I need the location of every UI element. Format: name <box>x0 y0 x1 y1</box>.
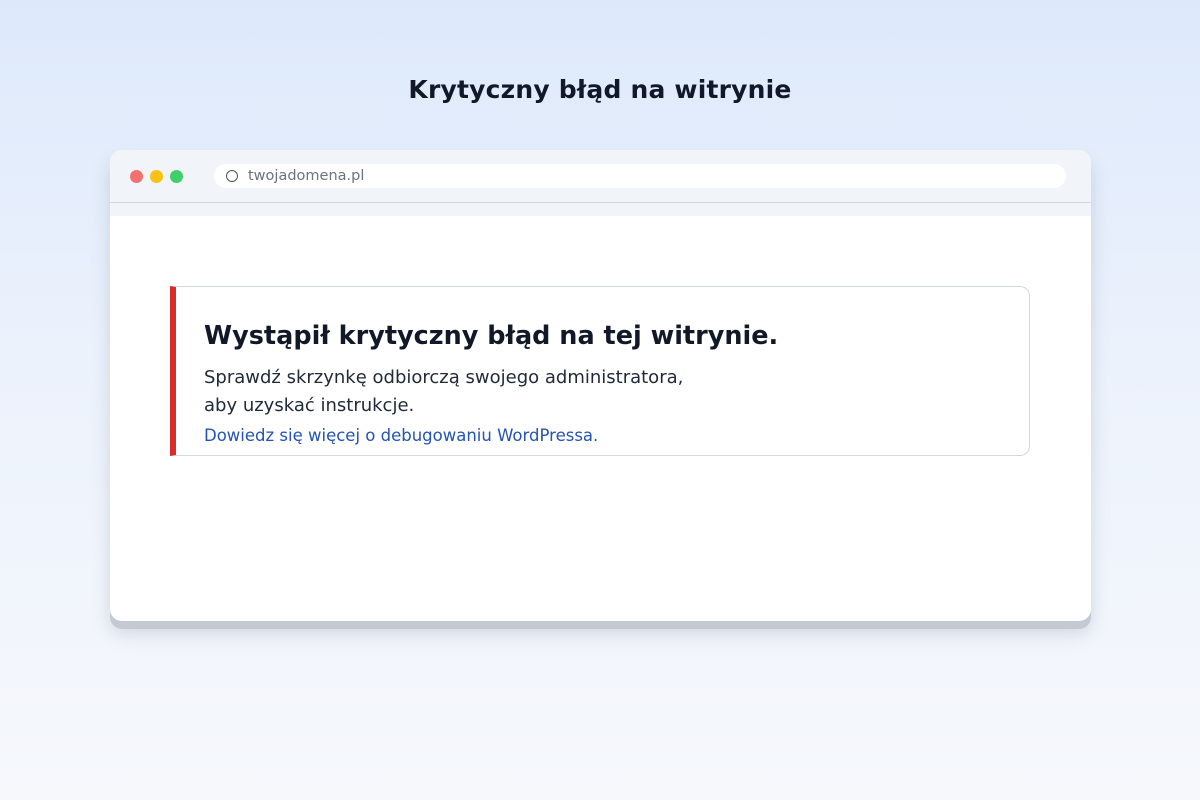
window-minimize-button[interactable] <box>150 170 163 183</box>
browser-toolbar: twojadomena.pl <box>110 150 1091 216</box>
address-bar-url: twojadomena.pl <box>248 168 365 184</box>
error-message-line-1: Sprawdź skrzynkę odbiorczą swojego admin… <box>204 367 684 388</box>
toolbar-divider <box>110 202 1091 203</box>
error-message-line-2: aby uzyskać instrukcje. <box>204 395 415 416</box>
error-message-box: Wystąpił krytyczny błąd na tej witrynie.… <box>170 286 1030 456</box>
window-maximize-button[interactable] <box>170 170 183 183</box>
globe-icon <box>226 170 238 182</box>
debugging-link[interactable]: Dowiedz się więcej o debugowaniu WordPre… <box>204 426 598 446</box>
page-title: Krytyczny błąd na witrynie <box>408 75 792 104</box>
window-close-button[interactable] <box>130 170 143 183</box>
browser-window: twojadomena.pl Wystąpił krytyczny błąd n… <box>110 150 1091 621</box>
address-bar[interactable]: twojadomena.pl <box>214 164 1066 188</box>
error-title: Wystąpił krytyczny błąd na tej witrynie. <box>204 321 779 351</box>
